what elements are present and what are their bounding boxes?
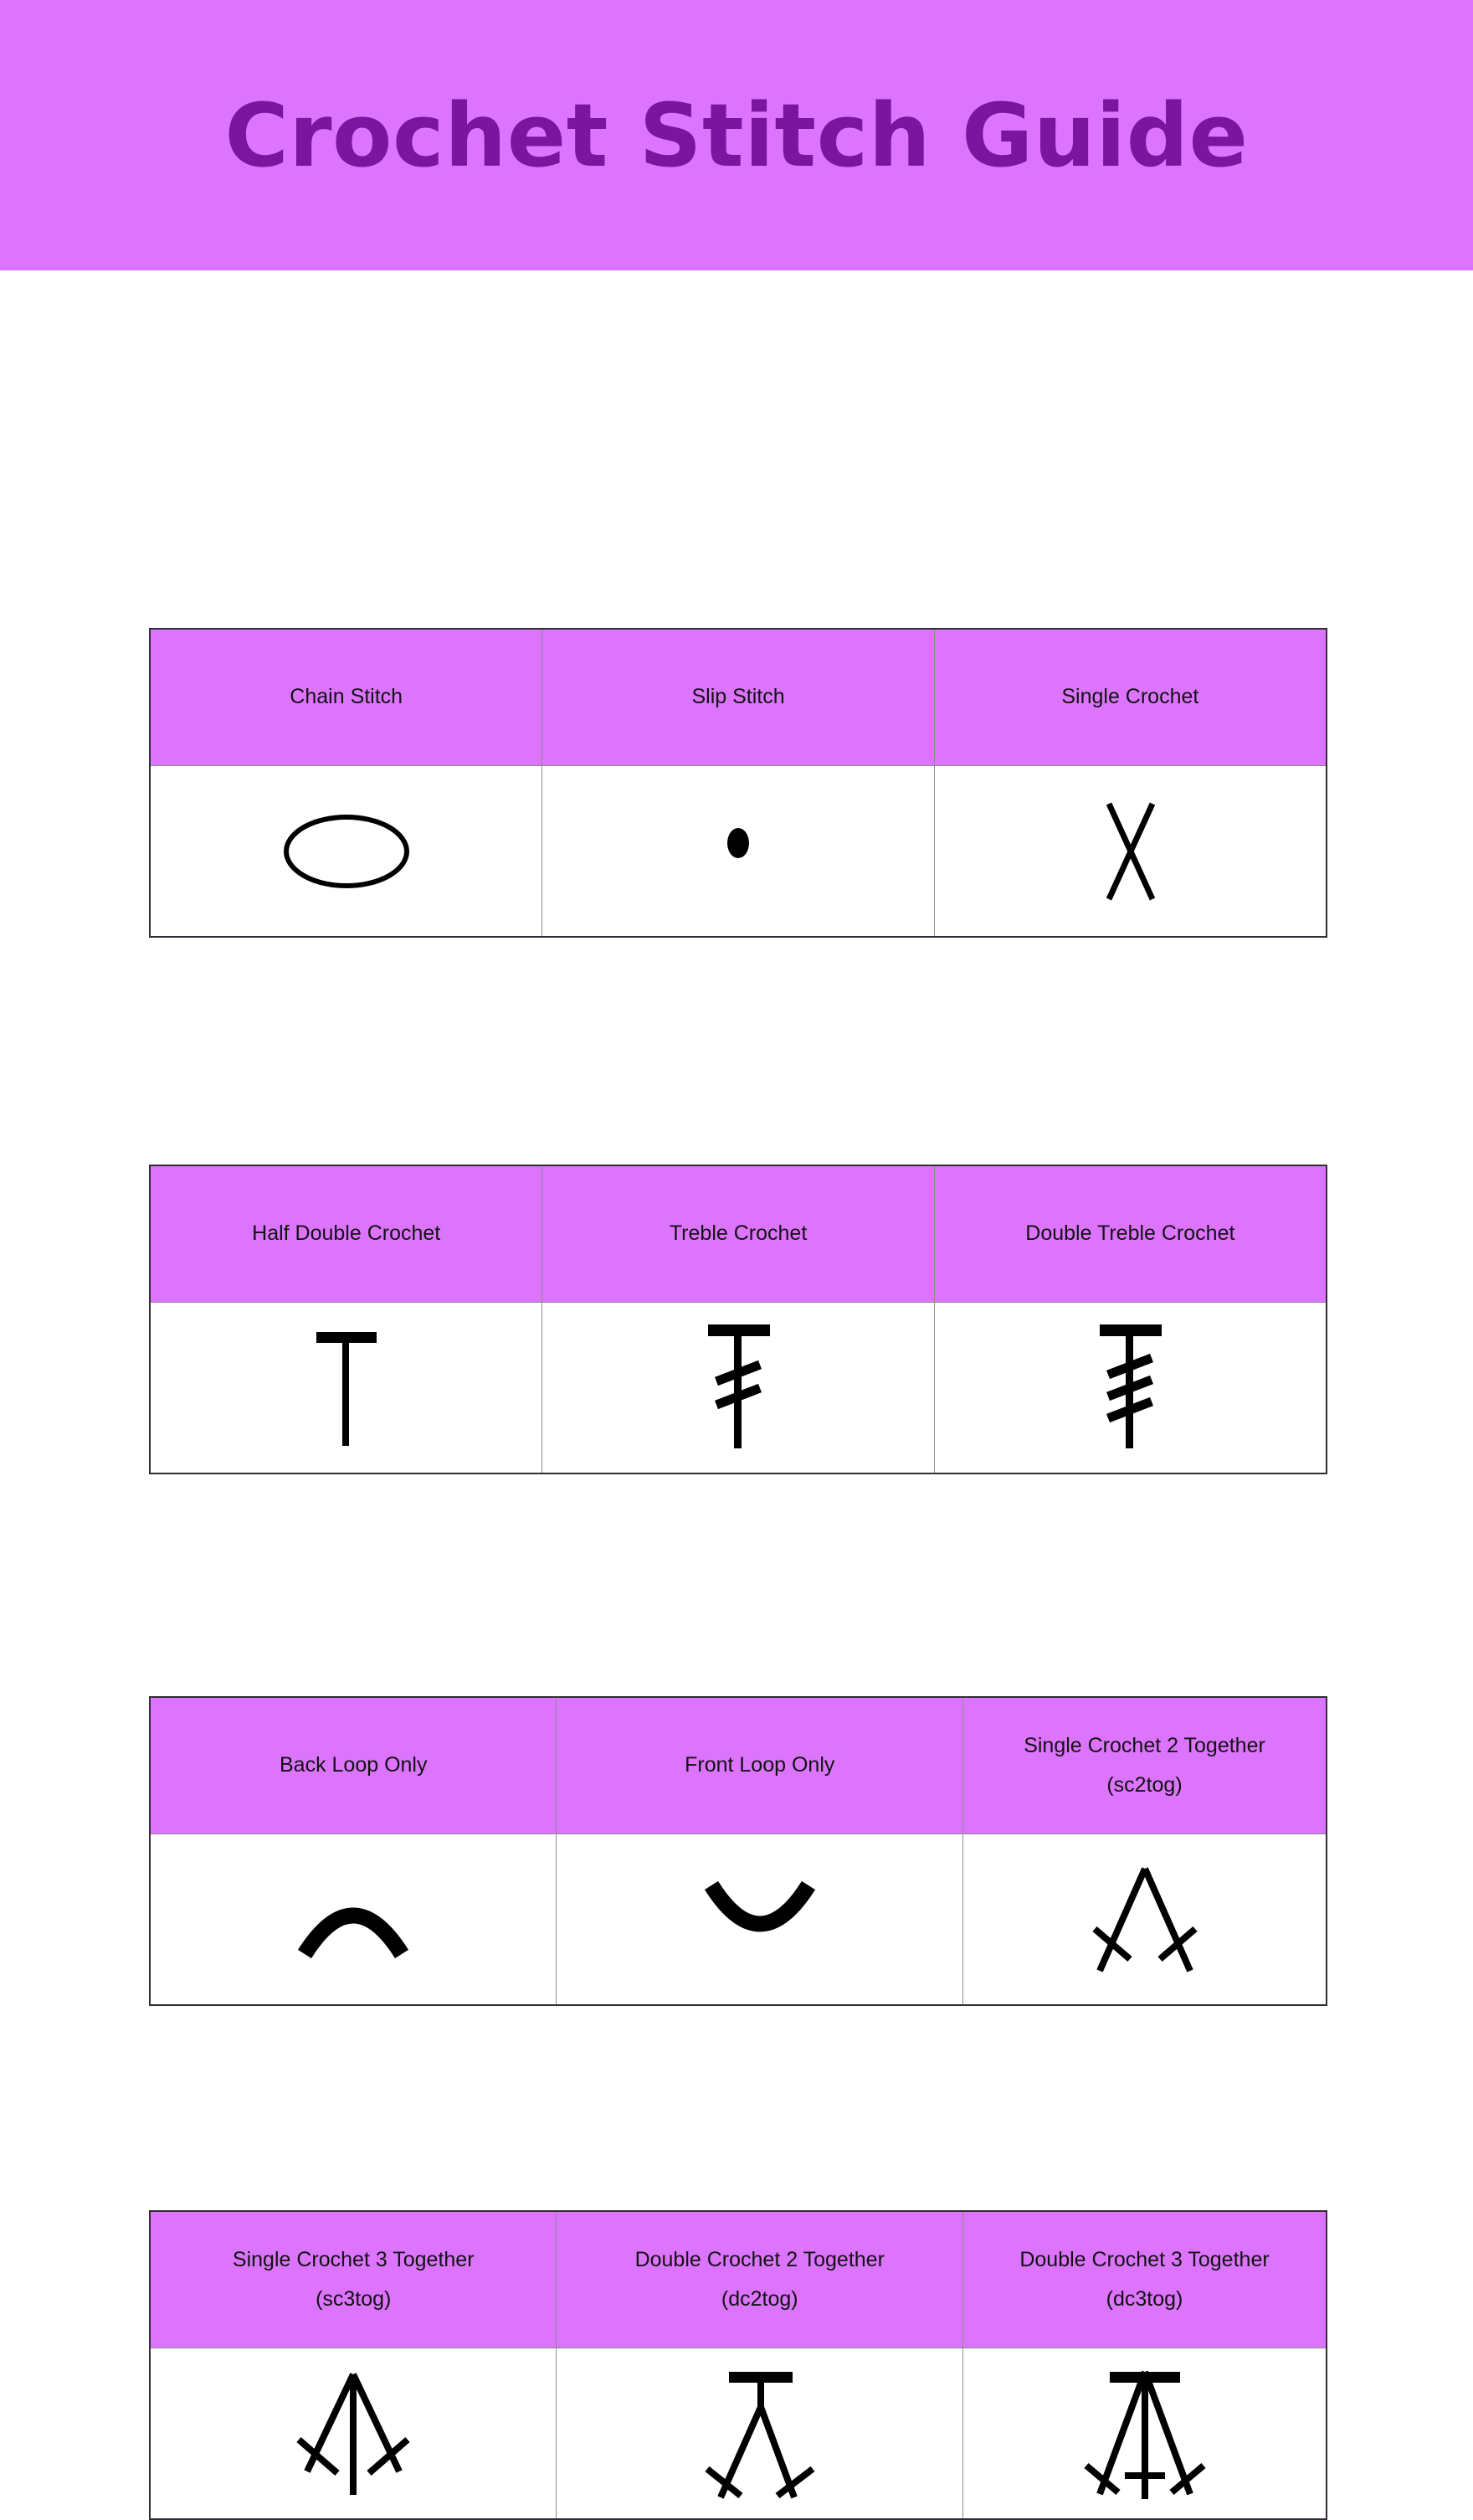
table-header-row: Half Double Crochet Treble Crochet Doubl… — [149, 1165, 1327, 1303]
symbol-cell-double-treble-crochet — [933, 1302, 1327, 1474]
symbol-cell-front-loop-only — [556, 1833, 963, 2006]
column-header-label: Double Crochet 2 Together — [634, 2247, 885, 2271]
column-header-chain-stitch: Chain Stitch — [149, 628, 543, 766]
symbol-cell-single-crochet — [933, 765, 1327, 938]
column-header-back-loop-only: Back Loop Only — [149, 1696, 557, 1834]
column-header-label: Back Loop Only — [279, 1753, 428, 1777]
column-header-half-double-crochet: Half Double Crochet — [149, 1165, 543, 1303]
symbol-cell-dc3tog — [962, 2348, 1327, 2520]
column-header-label: Double Treble Crochet — [1025, 1221, 1235, 1246]
symbol-cell-chain-stitch — [149, 765, 543, 938]
symbol-cell-treble-crochet — [541, 1302, 935, 1474]
column-header-abbreviation: (dc3tog) — [1106, 2287, 1183, 2311]
front-loop-only-symbol — [557, 1834, 962, 2004]
stitch-table-loops-and-decreases: Back Loop Only Front Loop Only Single Cr… — [149, 1696, 1327, 2006]
column-header-dc2tog: Double Crochet 2 Together (dc2tog) — [556, 2210, 963, 2348]
column-header-label: Chain Stitch — [290, 685, 403, 709]
column-header-sc2tog: Single Crochet 2 Together (sc2tog) — [962, 1696, 1327, 1834]
column-header-label: Single Crochet 2 Together — [1024, 1733, 1265, 1757]
stitch-table-decreases: Single Crochet 3 Together (sc3tog) Doubl… — [149, 2210, 1327, 2520]
symbol-cell-sc2tog — [962, 1833, 1327, 2006]
dc3tog-symbol — [963, 2348, 1326, 2518]
symbol-cell-back-loop-only — [149, 1833, 557, 2006]
table-symbol-row — [149, 765, 1327, 938]
column-header-label: Single Crochet — [1061, 685, 1199, 709]
symbol-cell-half-double-crochet — [149, 1302, 543, 1474]
column-header-label: Single Crochet 3 Together — [232, 2247, 475, 2271]
sc3tog-symbol — [151, 2348, 556, 2518]
column-header-sc3tog: Single Crochet 3 Together (sc3tog) — [149, 2210, 557, 2348]
back-loop-only-symbol — [151, 1834, 556, 2004]
column-header-treble-crochet: Treble Crochet — [541, 1165, 935, 1303]
slip-stitch-symbol — [542, 766, 933, 936]
column-header-abbreviation: (dc2tog) — [721, 2287, 798, 2311]
column-header-single-crochet: Single Crochet — [933, 628, 1327, 766]
table-header-row: Chain Stitch Slip Stitch Single Crochet — [149, 628, 1327, 766]
treble-crochet-symbol — [542, 1303, 933, 1473]
column-header-slip-stitch: Slip Stitch — [541, 628, 935, 766]
column-header-label: Half Double Crochet — [252, 1221, 441, 1246]
column-header-label: Double Crochet 3 Together — [1019, 2247, 1270, 2271]
column-header-label: Slip Stitch — [691, 685, 785, 709]
stitch-table-basic: Chain Stitch Slip Stitch Single Crochet — [149, 628, 1327, 938]
symbol-cell-slip-stitch — [541, 765, 935, 938]
single-crochet-symbol — [935, 766, 1326, 936]
double-treble-crochet-symbol — [935, 1303, 1326, 1473]
column-header-dc3tog: Double Crochet 3 Together (dc3tog) — [962, 2210, 1327, 2348]
page-title: Crochet Stitch Guide — [224, 84, 1249, 187]
column-header-front-loop-only: Front Loop Only — [556, 1696, 963, 1834]
table-symbol-row — [149, 1833, 1327, 2006]
column-header-double-treble-crochet: Double Treble Crochet — [933, 1165, 1327, 1303]
table-symbol-row — [149, 2348, 1327, 2520]
column-header-abbreviation: (sc3tog) — [316, 2287, 392, 2311]
stitch-table-tall-stitches: Half Double Crochet Treble Crochet Doubl… — [149, 1165, 1327, 1474]
symbol-cell-sc3tog — [149, 2348, 557, 2520]
table-symbol-row — [149, 1302, 1327, 1474]
symbol-cell-dc2tog — [556, 2348, 963, 2520]
column-header-label: Front Loop Only — [685, 1753, 835, 1777]
table-header-row: Back Loop Only Front Loop Only Single Cr… — [149, 1696, 1327, 1834]
page-header-banner: Crochet Stitch Guide — [0, 0, 1473, 270]
column-header-abbreviation: (sc2tog) — [1106, 1773, 1183, 1797]
chain-stitch-symbol — [151, 766, 541, 936]
sc2tog-symbol — [963, 1834, 1326, 2004]
table-header-row: Single Crochet 3 Together (sc3tog) Doubl… — [149, 2210, 1327, 2348]
column-header-label: Treble Crochet — [669, 1221, 808, 1246]
dc2tog-symbol — [557, 2348, 962, 2518]
half-double-crochet-symbol — [151, 1303, 541, 1473]
